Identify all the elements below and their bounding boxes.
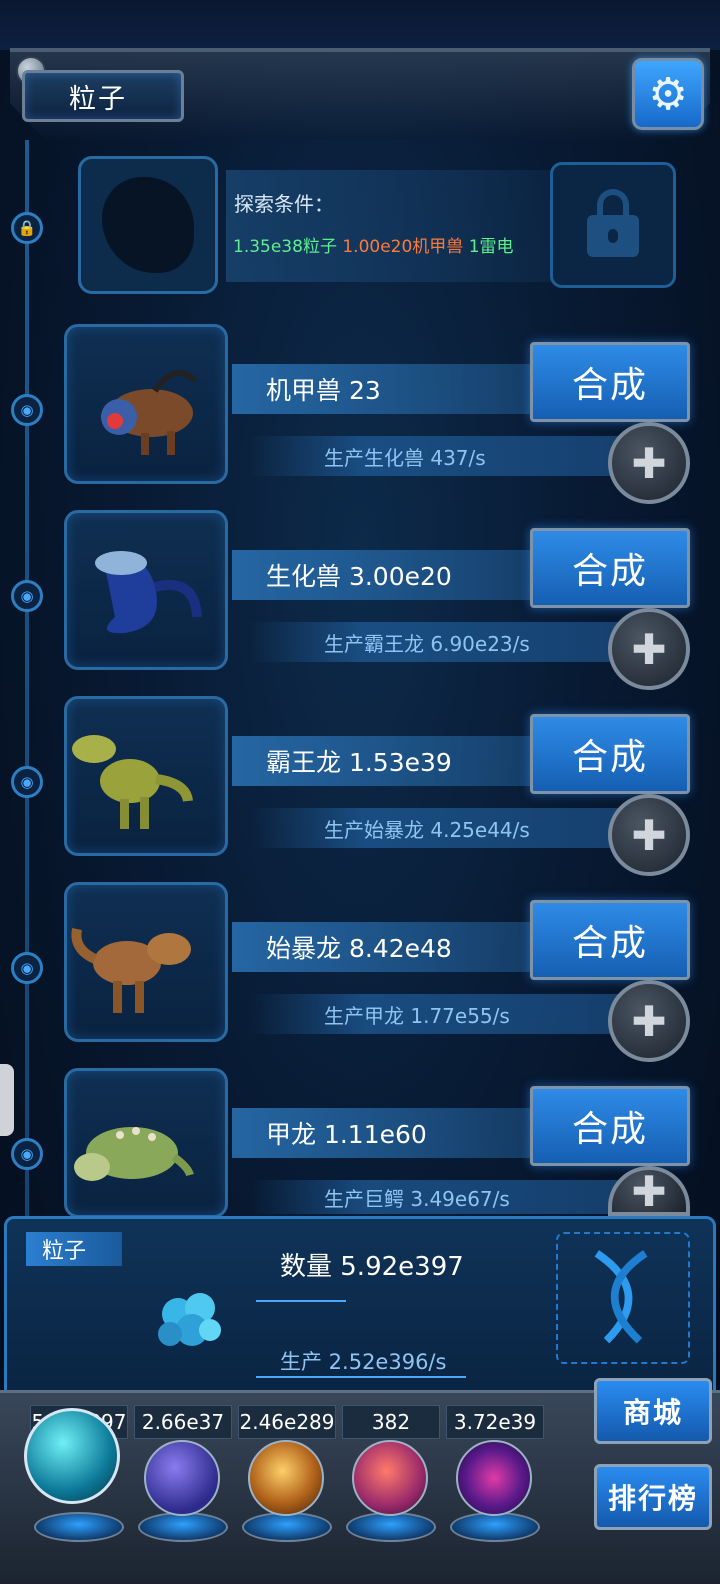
orb-pedestal	[138, 1512, 228, 1542]
orb-pedestal	[346, 1512, 436, 1542]
plus-button[interactable]: ✚	[608, 1166, 690, 1216]
settings-button[interactable]: ⚙	[632, 58, 704, 130]
locked-creature-silhouette	[78, 156, 218, 294]
craft-button[interactable]: 合成	[530, 714, 690, 794]
creature-production: 生产甲龙 1.77e55/s	[250, 994, 630, 1034]
particle-orb-tab[interactable]	[24, 1408, 120, 1504]
plus-button[interactable]: ✚	[608, 794, 690, 876]
resource-tag: 粒子	[26, 1232, 122, 1266]
connector-line	[256, 1300, 346, 1302]
resource-production: 生产 2.52e396/s	[280, 1350, 447, 1374]
dinosaur-icon	[71, 928, 191, 1013]
plus-icon: ✚	[631, 996, 667, 1046]
connector-line	[256, 1376, 466, 1378]
creature-row: 始暴龙 8.42e48 生产甲龙 1.77e55/s 合成 ✚	[0, 882, 720, 1062]
ankylosaurus-icon	[74, 1127, 194, 1181]
particle-cluster-icon	[158, 1293, 221, 1346]
top-starfield	[0, 0, 720, 50]
requirement-mecha: 1.00e20机甲兽	[342, 237, 464, 257]
orb-pedestal	[450, 1512, 540, 1542]
explore-label: 探索条件：	[234, 192, 334, 216]
creature-portrait[interactable]	[64, 324, 228, 484]
lock-icon	[587, 189, 639, 257]
resource-count-brain: 382	[342, 1405, 440, 1439]
explore-requirements: 1.35e38粒子 1.00e20机甲兽 1雷电	[233, 232, 514, 257]
gear-icon: ⚙	[648, 68, 688, 120]
leaderboard-button[interactable]: 排行榜	[594, 1464, 712, 1530]
bio-beast-icon	[95, 551, 202, 634]
fire-orb-tab[interactable]	[248, 1440, 324, 1516]
craft-button[interactable]: 合成	[530, 900, 690, 980]
creature-portrait[interactable]	[64, 696, 228, 856]
orb-pedestal	[34, 1512, 124, 1542]
creature-row: 机甲兽 23 生产生化兽 437/s 合成 ✚	[0, 324, 720, 504]
resource-count-thunder: 2.66e37	[134, 1405, 232, 1439]
resource-quantity: 数量 5.92e397	[280, 1252, 464, 1282]
plus-button[interactable]: ✚	[608, 608, 690, 690]
orb-pedestal	[242, 1512, 332, 1542]
creature-name: 始暴龙 8.42e48	[232, 922, 562, 972]
plus-button[interactable]: ✚	[608, 980, 690, 1062]
requirement-particles: 1.35e38粒子	[233, 237, 337, 257]
brain-orb-tab[interactable]	[352, 1440, 428, 1516]
unlock-button[interactable]	[550, 162, 676, 288]
creature-production: 生产始暴龙 4.25e44/s	[250, 808, 630, 848]
explore-info-bar	[226, 170, 556, 282]
plus-icon: ✚	[631, 1166, 667, 1216]
resource-count-vortex: 3.72e39	[446, 1405, 544, 1439]
creature-name: 机甲兽 23	[232, 364, 562, 414]
vortex-orb-tab[interactable]	[456, 1440, 532, 1516]
creature-portrait[interactable]	[64, 510, 228, 670]
plus-button[interactable]: ✚	[608, 422, 690, 504]
craft-button[interactable]: 合成	[530, 342, 690, 422]
creature-portrait[interactable]	[64, 882, 228, 1042]
dna-icon	[556, 1232, 690, 1364]
mecha-beast-icon	[101, 370, 198, 455]
creature-name: 霸王龙 1.53e39	[232, 736, 562, 786]
page-title: 粒子	[22, 70, 184, 122]
creature-production: 生产霸王龙 6.90e23/s	[250, 622, 630, 662]
plus-icon: ✚	[631, 810, 667, 860]
thunder-orb-tab[interactable]	[144, 1440, 220, 1516]
explore-panel: 探索条件： 1.35e38粒子 1.00e20机甲兽 1雷电	[78, 156, 678, 294]
requirement-thunder: 1雷电	[468, 237, 514, 257]
shop-button[interactable]: 商城	[594, 1378, 712, 1444]
creature-name: 生化兽 3.00e20	[232, 550, 562, 600]
resource-count-fire: 2.46e289	[238, 1405, 336, 1439]
craft-button[interactable]: 合成	[530, 1086, 690, 1166]
plus-icon: ✚	[631, 438, 667, 488]
creature-row: 霸王龙 1.53e39 生产始暴龙 4.25e44/s 合成 ✚	[0, 696, 720, 876]
creature-row: 生化兽 3.00e20 生产霸王龙 6.90e23/s 合成 ✚	[0, 510, 720, 690]
craft-button[interactable]: 合成	[530, 528, 690, 608]
creature-name: 甲龙 1.11e60	[232, 1108, 562, 1158]
lock-node-icon: 🔒	[11, 212, 43, 244]
creature-production: 生产生化兽 437/s	[250, 436, 630, 476]
plus-icon: ✚	[631, 624, 667, 674]
creature-portrait[interactable]	[64, 1068, 228, 1218]
creature-production: 生产巨鳄 3.49e67/s	[250, 1180, 630, 1214]
trex-icon	[72, 735, 193, 829]
